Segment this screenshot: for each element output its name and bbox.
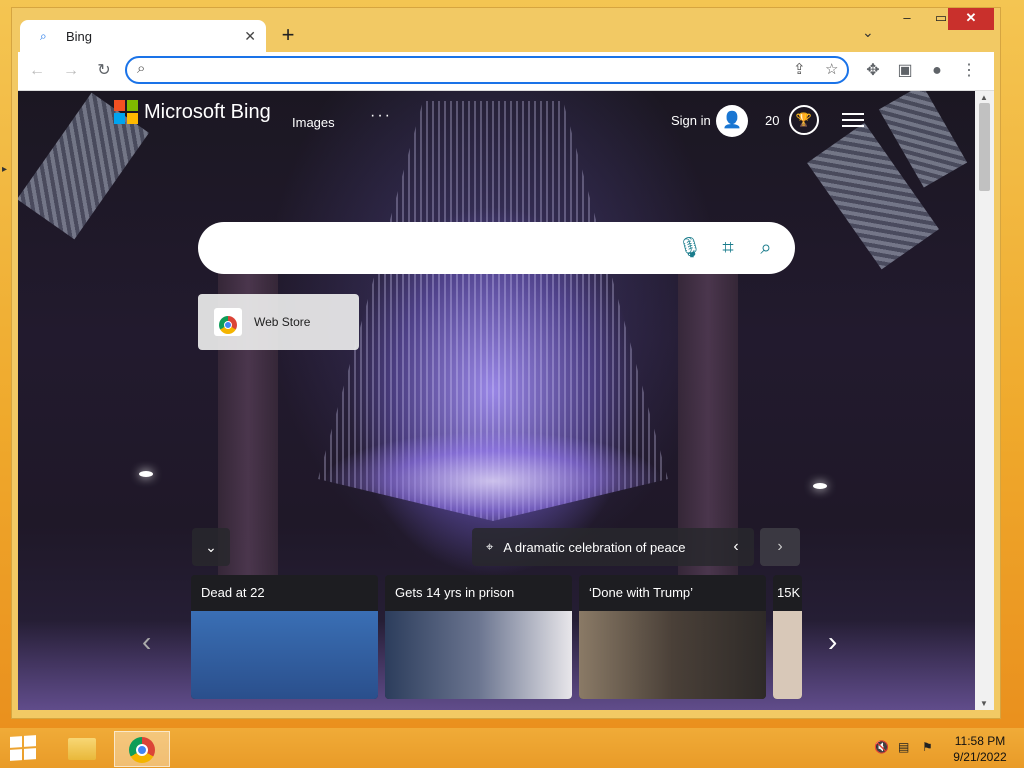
profile-icon[interactable]: ● [926, 60, 948, 82]
news-headline: ‘Done with Trump’ [579, 575, 766, 611]
windows-start-icon[interactable] [10, 735, 36, 761]
visual-search-icon[interactable]: ⌗ [714, 234, 742, 262]
web-store-label: Web Store [254, 315, 311, 329]
nav-images[interactable]: Images [292, 115, 335, 130]
taskbar: 🔇 ▤ ⚑ 11:58 PM 9/21/2022 [0, 728, 1024, 768]
microsoft-logo-icon [114, 100, 138, 124]
scroll-thumb[interactable] [979, 103, 990, 191]
close-icon[interactable]: ✕ [244, 28, 256, 45]
lamp-light [813, 483, 827, 489]
share-icon[interactable]: ⇪ [793, 60, 806, 78]
browser-window: ⌕ Bing ✕ + ⌄ – ▭ ✕ ← → ↻ ⌕ ⇪ ☆ ✥ ▣ ● ⋮ M… [12, 8, 1000, 718]
news-image [385, 611, 572, 699]
news-headline: Gets 14 yrs in prison [385, 575, 572, 611]
caption-text: A dramatic celebration of peace [503, 539, 686, 555]
news-headline: 15K [773, 575, 802, 611]
forward-icon[interactable]: → [60, 60, 82, 82]
bing-logo-text: Microsoft Bing [144, 100, 271, 123]
web-store-tile[interactable]: Web Store [198, 294, 359, 350]
lamp-light [139, 471, 153, 477]
nav-more[interactable]: ··· [370, 107, 392, 125]
system-clock[interactable]: 11:58 PM 9/21/2022 [940, 733, 1020, 765]
microphone-icon[interactable]: 🎙 [676, 234, 704, 262]
plus-icon[interactable]: + [276, 24, 300, 48]
bing-search-input[interactable] [220, 236, 664, 262]
file-explorer-icon[interactable] [54, 731, 110, 767]
profile-icon[interactable]: 👤 [716, 105, 748, 137]
image-caption[interactable]: ⌖ A dramatic celebration of peace [472, 528, 754, 566]
search-icon[interactable]: ⌕ [752, 234, 780, 262]
chevron-down-icon[interactable]: ⌄ [862, 24, 874, 41]
chrome-icon [214, 308, 242, 336]
news-card[interactable]: Gets 14 yrs in prison [385, 575, 572, 699]
chandelier-image [318, 101, 668, 521]
tab-bing[interactable]: ⌕ Bing ✕ [20, 20, 266, 52]
more-icon[interactable]: ⋮ [958, 60, 980, 82]
clock-time: 11:58 PM [954, 734, 1006, 748]
address-input[interactable] [161, 61, 765, 81]
reload-icon[interactable]: ↻ [93, 60, 115, 82]
news-image [191, 611, 378, 699]
network-icon[interactable]: ▤ [898, 740, 909, 754]
page-scrollbar[interactable]: ▲ ▼ [975, 91, 994, 710]
search-icon: ⌕ [137, 60, 146, 77]
news-image [579, 611, 766, 699]
scroll-down-arrow[interactable]: ▼ [980, 699, 988, 708]
scroll-up-arrow[interactable]: ▲ [980, 93, 988, 102]
flag-icon[interactable]: ⚑ [922, 740, 933, 754]
chrome-icon[interactable] [114, 731, 170, 767]
window-close-button[interactable]: ✕ [948, 8, 994, 30]
volume-muted-icon[interactable]: 🔇 [874, 740, 889, 754]
tab-strip: ⌕ Bing ✕ + ⌄ – ▭ ✕ [12, 8, 1000, 52]
news-card[interactable]: ‘Done with Trump’ [579, 575, 766, 699]
star-icon[interactable]: ☆ [825, 60, 838, 78]
desktop-edge-mark: ▸ [2, 164, 8, 175]
chevron-down-icon[interactable]: ⌄ [192, 528, 230, 566]
news-card[interactable]: Dead at 22 [191, 575, 378, 699]
hamburger-icon[interactable] [842, 109, 864, 131]
tab-title: Bing [66, 28, 93, 44]
news-image [773, 611, 802, 699]
search-icon: ⌕ [40, 28, 47, 43]
browser-toolbar: ← → ↻ ⌕ ⇪ ☆ ✥ ▣ ● ⋮ [18, 52, 994, 91]
puzzle-icon[interactable]: ✥ [862, 60, 884, 82]
back-icon[interactable]: ← [26, 60, 48, 82]
minimize-button[interactable]: – [890, 8, 924, 30]
bing-logo[interactable]: Microsoft Bing [114, 100, 271, 124]
rewards-points[interactable]: 20 [765, 113, 779, 128]
sign-in-link[interactable]: Sign in [671, 113, 711, 128]
location-pin-icon: ⌖ [486, 539, 494, 554]
address-bar[interactable]: ⌕ ⇪ ☆ [125, 56, 849, 84]
news-card[interactable]: 15K [773, 575, 802, 699]
bing-homepage: Microsoft Bing Images ··· Sign in 👤 20 🏆… [18, 91, 975, 710]
clock-date: 9/21/2022 [953, 750, 1007, 764]
chevron-right-icon[interactable]: › [760, 528, 800, 566]
chevron-left-icon[interactable]: ‹ [142, 626, 151, 658]
bing-search-box[interactable]: 🎙 ⌗ ⌕ [198, 222, 795, 274]
chevron-right-icon[interactable]: › [828, 626, 837, 658]
sidepanel-icon[interactable]: ▣ [894, 60, 916, 82]
chevron-left-icon[interactable]: ‹ [718, 528, 754, 566]
news-headline: Dead at 22 [191, 575, 378, 611]
trophy-icon[interactable]: 🏆 [789, 105, 819, 135]
